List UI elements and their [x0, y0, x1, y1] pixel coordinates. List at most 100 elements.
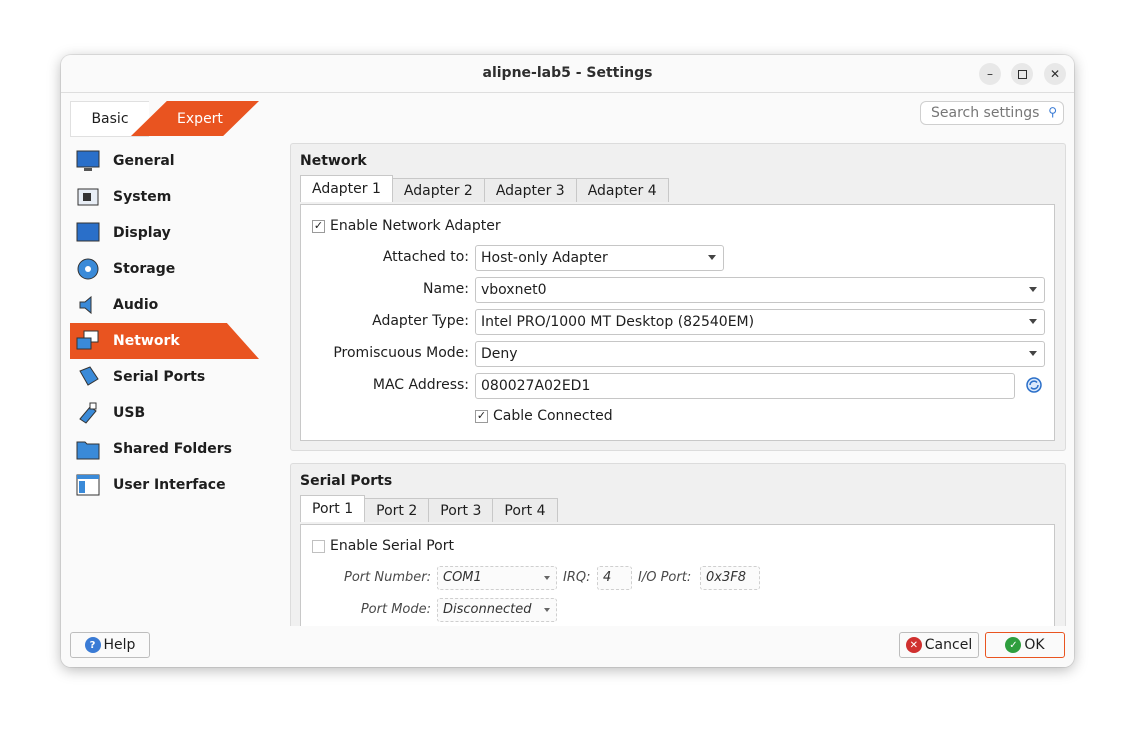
display-icon: [75, 220, 101, 246]
adapter-tabs: Adapter 1 Adapter 2 Adapter 3 Adapter 4: [300, 175, 669, 202]
irq-label: IRQ:: [563, 570, 591, 585]
sidebar-item-system[interactable]: System: [70, 179, 260, 215]
irq-value: 4: [603, 570, 612, 585]
sidebar-item-label: Shared Folders: [113, 441, 232, 457]
enable-serial-label: Enable Serial Port: [330, 538, 454, 554]
enable-serial-port[interactable]: Enable Serial Port: [312, 538, 454, 554]
port-mode-label: Port Mode:: [360, 602, 431, 617]
io-port-value: 0x3F8: [706, 570, 746, 585]
enable-adapter-label: Enable Network Adapter: [330, 218, 501, 234]
sidebar-item-user-interface[interactable]: User Interface: [70, 467, 260, 503]
minimize-button[interactable]: –: [979, 63, 1001, 85]
name-label: Name:: [422, 281, 469, 297]
enable-network-adapter[interactable]: ✓ Enable Network Adapter: [312, 218, 501, 234]
attached-to-value: Host-only Adapter: [481, 250, 608, 266]
name-select[interactable]: vboxnet0: [475, 277, 1045, 303]
cancel-icon: ✕: [905, 637, 922, 653]
close-button[interactable]: ✕: [1044, 63, 1066, 85]
chevron-down-icon: [544, 608, 550, 612]
port-tabs: Port 1 Port 2 Port 3 Port 4: [300, 495, 558, 522]
adapter-type-select[interactable]: Intel PRO/1000 MT Desktop (82540EM): [475, 309, 1045, 335]
sidebar-item-label: User Interface: [113, 477, 226, 493]
enable-adapter-checkbox[interactable]: ✓: [312, 219, 325, 233]
attached-to-label: Attached to:: [382, 249, 469, 265]
chevron-down-icon: [1029, 287, 1037, 292]
tab-port-4[interactable]: Port 4: [492, 498, 558, 522]
sidebar-item-label: Serial Ports: [113, 369, 206, 385]
promiscuous-label: Promiscuous Mode:: [333, 345, 469, 361]
promiscuous-select[interactable]: Deny: [475, 341, 1045, 367]
serial-ports-title: Serial Ports: [300, 473, 393, 489]
irq-input[interactable]: 4: [597, 566, 632, 590]
search-input[interactable]: Search settings ⚲: [920, 101, 1064, 125]
port-number-select[interactable]: COM1: [437, 566, 557, 590]
mac-label: MAC Address:: [372, 377, 469, 393]
refresh-mac-button[interactable]: [1025, 376, 1043, 394]
port-mode-value: Disconnected: [443, 602, 532, 617]
maximize-button[interactable]: [1011, 63, 1033, 85]
tab-adapter-3[interactable]: Adapter 3: [483, 178, 577, 202]
sidebar-item-audio[interactable]: Audio: [70, 287, 260, 323]
sidebar-item-storage[interactable]: Storage: [70, 251, 260, 287]
tab-adapter-4[interactable]: Adapter 4: [575, 178, 669, 202]
port-mode-select[interactable]: Disconnected: [437, 598, 557, 622]
enable-serial-checkbox[interactable]: [312, 539, 325, 553]
chevron-down-icon: [1029, 351, 1037, 356]
cancel-button[interactable]: ✕ Cancel: [899, 632, 979, 658]
sidebar-item-label: Storage: [113, 261, 176, 277]
name-value: vboxnet0: [481, 282, 547, 298]
sidebar-item-usb[interactable]: USB: [70, 395, 260, 431]
adapter-type-label: Adapter Type:: [372, 313, 469, 329]
monitor-icon: [75, 148, 101, 174]
window-title: alipne-lab5 - Settings: [482, 65, 653, 81]
tab-port-3[interactable]: Port 3: [428, 498, 494, 522]
sidebar-item-shared-folders[interactable]: Shared Folders: [70, 431, 260, 467]
cable-connected-checkbox[interactable]: ✓: [475, 409, 488, 423]
search-placeholder: Search settings: [931, 105, 1040, 121]
sidebar-item-label: General: [113, 153, 175, 169]
mode-expert-tab[interactable]: Expert: [131, 101, 259, 136]
chevron-down-icon: [544, 576, 550, 580]
tab-port-1[interactable]: Port 1: [300, 495, 366, 522]
cancel-label: Cancel: [924, 637, 973, 653]
tab-adapter-2[interactable]: Adapter 2: [391, 178, 485, 202]
sidebar-item-label: Display: [113, 225, 171, 241]
tab-port-2[interactable]: Port 2: [364, 498, 430, 522]
chip-icon: [75, 184, 101, 210]
ok-label: OK: [1024, 637, 1045, 653]
sidebar-item-general[interactable]: General: [70, 143, 260, 179]
close-icon: ✕: [1049, 67, 1061, 81]
sidebar-item-display[interactable]: Display: [70, 215, 260, 251]
port-number-label: Port Number:: [344, 570, 431, 585]
disk-icon: [75, 256, 101, 282]
port-number-value: COM1: [443, 570, 482, 585]
sidebar-item-label: Audio: [113, 297, 159, 313]
adapter-panel: ✓ Enable Network Adapter Attached to: Hos…: [300, 204, 1055, 441]
sidebar-item-label: Network: [113, 333, 180, 349]
tab-adapter-1[interactable]: Adapter 1: [300, 175, 393, 202]
sidebar-item-network[interactable]: Network: [70, 323, 260, 359]
network-icon: [75, 328, 101, 354]
folder-icon: [75, 436, 101, 462]
io-port-label: I/O Port:: [638, 570, 692, 585]
adapter-type-value: Intel PRO/1000 MT Desktop (82540EM): [481, 314, 755, 330]
help-label: Help: [103, 637, 136, 653]
io-port-input[interactable]: 0x3F8: [700, 566, 760, 590]
attached-to-select[interactable]: Host-only Adapter: [475, 245, 724, 271]
chevron-down-icon: [708, 255, 716, 260]
sidebar-item-label: USB: [113, 405, 146, 421]
serial-icon: [75, 364, 101, 390]
help-icon: ?: [84, 637, 101, 653]
ok-check-icon: ✓: [1005, 637, 1022, 653]
promiscuous-value: Deny: [481, 346, 518, 362]
cable-connected[interactable]: ✓ Cable Connected: [475, 408, 613, 424]
network-group: Network Adapter 1 Adapter 2 Adapter 3 Ad…: [290, 143, 1066, 451]
mac-address-value: 080027A02ED1: [481, 378, 591, 394]
help-button[interactable]: ? Help: [70, 632, 150, 658]
sidebar-item-serial-ports[interactable]: Serial Ports: [70, 359, 260, 395]
chevron-down-icon: [1029, 319, 1037, 324]
ok-button[interactable]: ✓ OK: [985, 632, 1065, 658]
mac-address-input[interactable]: 080027A02ED1: [475, 373, 1015, 399]
usb-icon: [75, 400, 101, 426]
refresh-icon: [1026, 377, 1042, 393]
